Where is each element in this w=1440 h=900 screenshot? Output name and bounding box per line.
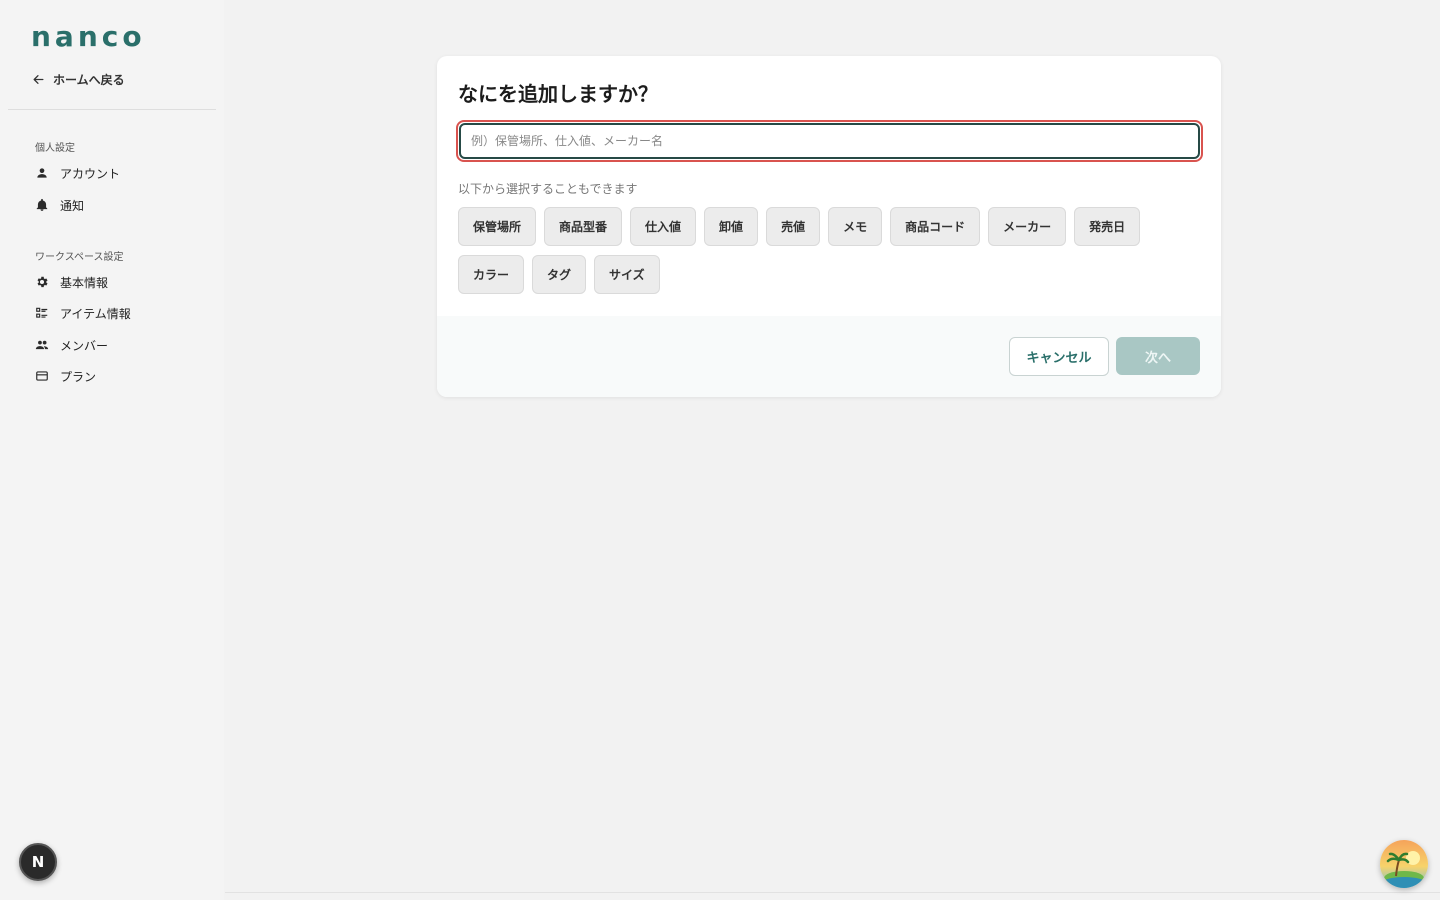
suggestion-chips: 保管場所 商品型番 仕入値 卸値 売値 メモ 商品コード メーカー 発売日 カラ… <box>458 207 1178 294</box>
sidebar: nanco ホームへ戻る 個人設定 アカウント 通知 ワークスペース設定 基本情… <box>0 0 224 900</box>
gear-icon <box>37 276 48 288</box>
sidebar-item-label: 基本情報 <box>60 275 109 290</box>
sidebar-item-label: アカウント <box>60 166 121 181</box>
chip-purchase-price[interactable]: 仕入値 <box>630 207 697 246</box>
choose-hint-text: 以下から選択することもできます <box>458 182 638 196</box>
dialog-title: なにを追加しますか？ <box>458 82 658 106</box>
sidebar-item-label: メンバー <box>60 338 109 353</box>
field-name-input[interactable] <box>459 123 1200 159</box>
next-button[interactable]: 次へ <box>1116 337 1200 375</box>
chip-maker[interactable]: メーカー <box>988 207 1067 246</box>
chip-product-code[interactable]: 商品コード <box>890 207 981 246</box>
chip-selling-price[interactable]: 売値 <box>766 207 821 246</box>
island-avatar-image <box>1380 840 1428 888</box>
sidebar-item-plan[interactable]: プラン <box>35 366 205 386</box>
chip-storage-location[interactable]: 保管場所 <box>458 207 537 246</box>
sidebar-item-item-info[interactable]: アイテム情報 <box>35 303 205 323</box>
dialog-footer: キャンセル 次へ <box>437 316 1221 397</box>
profile-avatar[interactable] <box>1380 840 1428 888</box>
personal-settings-heading: 個人設定 <box>35 143 75 154</box>
person-icon <box>37 168 47 178</box>
people-icon <box>35 340 49 350</box>
sidebar-item-notifications[interactable]: 通知 <box>35 195 205 215</box>
chip-product-model[interactable]: 商品型番 <box>544 207 623 246</box>
workspace-settings-heading: ワークスペース設定 <box>35 252 124 263</box>
credit-card-icon <box>36 371 48 381</box>
sidebar-divider <box>8 109 216 110</box>
chip-release-date[interactable]: 発売日 <box>1074 207 1141 246</box>
app-logo[interactable]: nanco <box>31 20 146 53</box>
chip-tag[interactable]: タグ <box>532 255 587 294</box>
cancel-button[interactable]: キャンセル <box>1009 337 1109 376</box>
list-icon <box>36 307 48 318</box>
sidebar-item-basic-info[interactable]: 基本情報 <box>35 272 205 292</box>
sidebar-item-label: 通知 <box>60 198 85 213</box>
chip-size[interactable]: サイズ <box>594 255 660 294</box>
sidebar-item-account[interactable]: アカウント <box>35 163 205 183</box>
back-to-home-label: ホームへ戻る <box>53 72 125 87</box>
user-avatar[interactable]: N <box>19 843 57 881</box>
field-name-input-wrapper <box>456 120 1203 162</box>
chip-color[interactable]: カラー <box>458 255 525 294</box>
sidebar-item-label: アイテム情報 <box>60 306 131 321</box>
arrow-left-icon <box>33 74 44 84</box>
bell-icon <box>36 198 48 211</box>
sidebar-item-label: プラン <box>60 369 97 384</box>
sidebar-item-members[interactable]: メンバー <box>35 335 205 355</box>
chip-memo[interactable]: メモ <box>828 207 883 246</box>
back-to-home-link[interactable]: ホームへ戻る <box>32 70 125 88</box>
chip-wholesale-price[interactable]: 卸値 <box>704 207 759 246</box>
add-field-dialog: なにを追加しますか？ 以下から選択することもできます 保管場所 商品型番 仕入値… <box>437 56 1221 397</box>
